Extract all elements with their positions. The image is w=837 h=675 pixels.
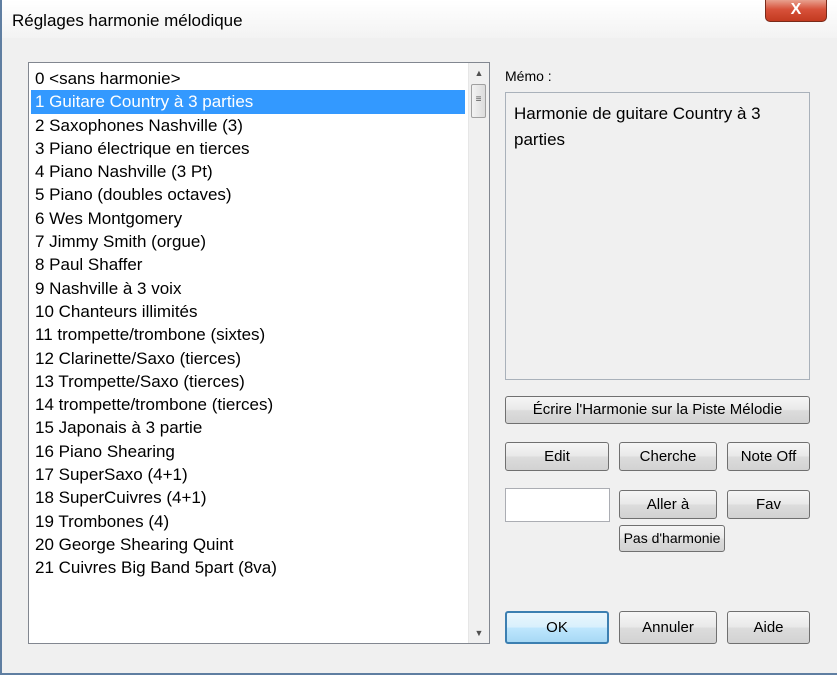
list-item[interactable]: 0 <sans harmonie> <box>31 67 465 90</box>
memo-text: Harmonie de guitare Country à 3 parties <box>505 92 810 380</box>
list-item[interactable]: 16 Piano Shearing <box>31 440 465 463</box>
title-bar[interactable]: Réglages harmonie mélodique X <box>2 0 837 38</box>
list-item[interactable]: 8 Paul Shaffer <box>31 253 465 276</box>
list-item[interactable]: 9 Nashville à 3 voix <box>31 277 465 300</box>
list-item[interactable]: 15 Japonais à 3 partie <box>31 416 465 439</box>
list-item[interactable]: 17 SuperSaxo (4+1) <box>31 463 465 486</box>
harmony-list: 0 <sans harmonie> 1 Guitare Country à 3 p… <box>31 67 465 580</box>
search-button[interactable]: Cherche <box>619 442 717 471</box>
note-off-button[interactable]: Note Off <box>727 442 810 471</box>
list-item[interactable]: 19 Trombones (4) <box>31 510 465 533</box>
memo-label: Mémo : <box>505 68 552 84</box>
scroll-down-arrow-icon[interactable]: ▼ <box>469 623 489 643</box>
list-item[interactable]: 21 Cuivres Big Band 5part (8va) <box>31 556 465 579</box>
goto-button[interactable]: Aller à <box>619 490 717 519</box>
help-button[interactable]: Aide <box>727 611 810 644</box>
write-harmony-button[interactable]: Écrire l'Harmonie sur la Piste Mélodie <box>505 396 810 424</box>
list-item[interactable]: 14 trompette/trombone (tierces) <box>31 393 465 416</box>
list-item[interactable]: 7 Jimmy Smith (orgue) <box>31 230 465 253</box>
list-item[interactable]: 6 Wes Montgomery <box>31 207 465 230</box>
list-item[interactable]: 10 Chanteurs illimités <box>31 300 465 323</box>
edit-button[interactable]: Edit <box>505 442 609 471</box>
no-harmony-button[interactable]: Pas d'harmonie <box>619 525 725 552</box>
harmony-listbox[interactable]: 0 <sans harmonie> 1 Guitare Country à 3 p… <box>28 62 490 644</box>
fav-button[interactable]: Fav <box>727 490 810 519</box>
list-item[interactable]: 20 George Shearing Quint <box>31 533 465 556</box>
goto-input[interactable] <box>505 488 610 522</box>
list-item[interactable]: 1 Guitare Country à 3 parties <box>31 90 465 114</box>
scroll-thumb[interactable]: ≡ <box>471 84 486 118</box>
dialog-content: 0 <sans harmonie> 1 Guitare Country à 3 p… <box>5 38 837 673</box>
list-item[interactable]: 11 trompette/trombone (sixtes) <box>31 323 465 346</box>
list-item[interactable]: 2 Saxophones Nashville (3) <box>31 114 465 137</box>
list-item[interactable]: 3 Piano électrique en tierces <box>31 137 465 160</box>
list-item[interactable]: 4 Piano Nashville (3 Pt) <box>31 160 465 183</box>
cancel-button[interactable]: Annuler <box>619 611 717 644</box>
ok-button[interactable]: OK <box>505 611 609 644</box>
dialog-window: Réglages harmonie mélodique X 0 <sans ha… <box>0 0 837 675</box>
scroll-up-arrow-icon[interactable]: ▲ <box>469 63 489 83</box>
list-scrollbar[interactable]: ▲ ≡ ▼ <box>468 63 489 643</box>
list-item[interactable]: 13 Trompette/Saxo (tierces) <box>31 370 465 393</box>
list-item[interactable]: 12 Clarinette/Saxo (tierces) <box>31 347 465 370</box>
list-item[interactable]: 18 SuperCuivres (4+1) <box>31 486 465 509</box>
close-button[interactable]: X <box>765 0 827 22</box>
list-item[interactable]: 5 Piano (doubles octaves) <box>31 183 465 206</box>
window-title: Réglages harmonie mélodique <box>12 11 243 30</box>
